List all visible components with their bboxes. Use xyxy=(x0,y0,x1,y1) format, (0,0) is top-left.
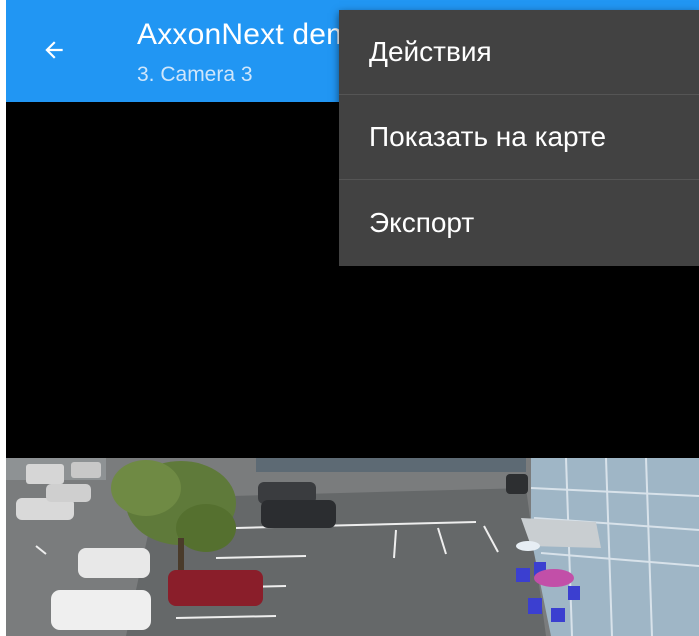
menu-item-label: Экспорт xyxy=(369,206,475,238)
menu-item-export[interactable]: Экспорт xyxy=(339,180,699,265)
menu-item-label: Действия xyxy=(369,36,492,67)
back-button[interactable] xyxy=(32,28,76,72)
camera-subtitle: 3. Camera 3 xyxy=(137,63,253,86)
arrow-left-icon xyxy=(45,41,63,59)
parking-lot-scene xyxy=(6,458,699,636)
menu-item-actions[interactable]: Действия xyxy=(339,10,699,95)
camera-video-frame[interactable] xyxy=(6,458,699,636)
menu-item-label: Показать на карте xyxy=(369,121,607,152)
page-title: AxxonNext demo xyxy=(137,18,369,51)
menu-item-show-on-map[interactable]: Показать на карте xyxy=(339,95,699,180)
overflow-menu: Действия Показать на карте Экспорт xyxy=(339,10,699,266)
